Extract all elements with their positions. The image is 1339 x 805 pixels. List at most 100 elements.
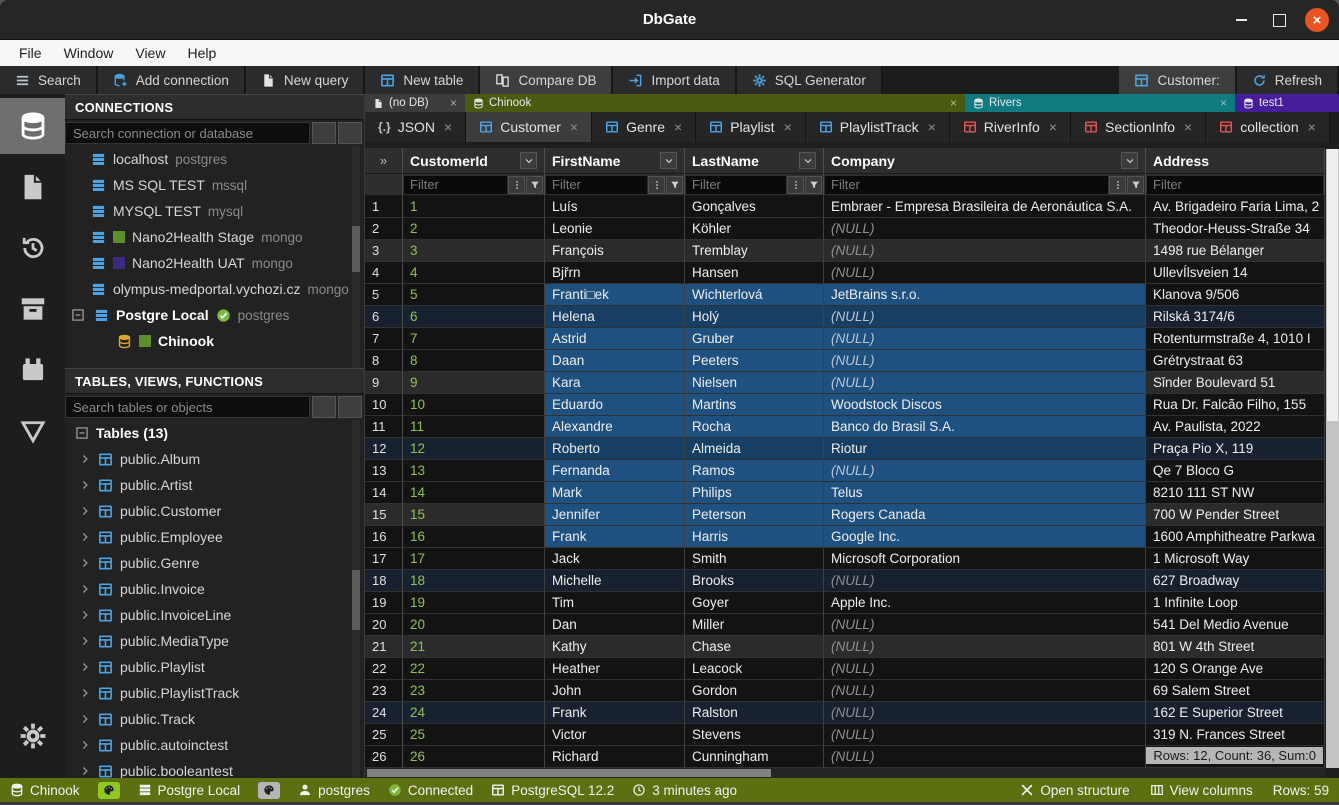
grid-cell[interactable]: 1600 Amphitheatre Parkwa bbox=[1146, 526, 1325, 548]
grid-cell[interactable]: 21 bbox=[403, 636, 545, 658]
grid-cell[interactable]: 13 bbox=[403, 460, 545, 482]
grid-cell[interactable]: 6 bbox=[403, 306, 545, 328]
maximize-button[interactable] bbox=[1267, 8, 1291, 32]
grid-cell[interactable]: Martins bbox=[685, 394, 824, 416]
grid-cell[interactable]: 801 W 4th Street bbox=[1146, 636, 1325, 658]
grid-cell[interactable]: Heather bbox=[545, 658, 685, 680]
grid-cell[interactable]: 8210 111 ST NW bbox=[1146, 482, 1325, 504]
grid-cell[interactable]: John bbox=[545, 680, 685, 702]
row-number[interactable]: 7 bbox=[365, 328, 403, 350]
grid-horizontal-scrollbar[interactable] bbox=[365, 768, 1326, 778]
grid-cell[interactable]: Leacock bbox=[685, 658, 824, 680]
filter-input-address[interactable] bbox=[1147, 176, 1323, 194]
grid-cell[interactable]: Bjřrn bbox=[545, 262, 685, 284]
grid-cell[interactable]: Gordon bbox=[685, 680, 824, 702]
row-number[interactable]: 21 bbox=[365, 636, 403, 658]
grid-cell[interactable]: Hansen bbox=[685, 262, 824, 284]
column-header-company[interactable]: Company bbox=[824, 148, 1146, 174]
tab-playlisttrack[interactable]: PlaylistTrack× bbox=[806, 112, 950, 142]
connection-item[interactable]: Postgre Localpostgres bbox=[65, 302, 364, 328]
grid-cell[interactable]: Eduardo bbox=[545, 394, 685, 416]
grid-cell[interactable]: Leonie bbox=[545, 218, 685, 240]
tab-genre[interactable]: Genre× bbox=[592, 112, 696, 142]
grid-cell[interactable]: Apple Inc. bbox=[824, 592, 1146, 614]
grid-cell[interactable]: 18 bbox=[403, 570, 545, 592]
grid-cell[interactable]: Rotenturmstraße 4, 1010 I bbox=[1146, 328, 1325, 350]
menu-file[interactable]: File bbox=[10, 43, 51, 63]
toolbar-new-table-button[interactable]: New table bbox=[365, 66, 480, 94]
grid-cell[interactable]: 26 bbox=[403, 746, 545, 768]
toolbar-compare-db-button[interactable]: Compare DB bbox=[480, 66, 613, 94]
table-item[interactable]: public.InvoiceLine bbox=[65, 602, 364, 628]
grid-cell[interactable]: Cunningham bbox=[685, 746, 824, 768]
grid-cell[interactable]: Tim bbox=[545, 592, 685, 614]
grid-cell[interactable]: Av. Brigadeiro Faria Lima, 2 bbox=[1146, 196, 1325, 218]
status-view-columns[interactable]: View columns bbox=[1150, 783, 1253, 798]
grid-cell[interactable]: Luís bbox=[545, 196, 685, 218]
grid-cell[interactable]: 4 bbox=[403, 262, 545, 284]
tables-group[interactable]: Tables (13) bbox=[65, 420, 364, 446]
grid-cell[interactable]: Gruber bbox=[685, 328, 824, 350]
grid-cell[interactable]: Rua Dr. Falcão Filho, 155 bbox=[1146, 394, 1325, 416]
grid-cell[interactable]: (NULL) bbox=[824, 328, 1146, 350]
grid-cell[interactable]: 2 bbox=[403, 218, 545, 240]
toolbar-customer--button[interactable]: Customer: bbox=[1119, 66, 1236, 94]
connections-scrollbar[interactable] bbox=[352, 146, 360, 368]
grid-cell[interactable]: 700 W Pender Street bbox=[1146, 504, 1325, 526]
grid-cell[interactable]: Peterson bbox=[685, 504, 824, 526]
grid-cell[interactable]: 24 bbox=[403, 702, 545, 724]
grid-cell[interactable]: Kathy bbox=[545, 636, 685, 658]
grid-cell[interactable]: 162 E Superior Street bbox=[1146, 702, 1325, 724]
grid-cell[interactable]: (NULL) bbox=[824, 636, 1146, 658]
grid-cell[interactable]: Qe 7 Bloco G bbox=[1146, 460, 1325, 482]
toolbar-add-connection-button[interactable]: Add connection bbox=[98, 66, 246, 94]
grid-cell[interactable]: Roberto bbox=[545, 438, 685, 460]
grid-cell[interactable]: 3 bbox=[403, 240, 545, 262]
close-icon[interactable]: × bbox=[570, 119, 578, 135]
grid-cell[interactable]: 15 bbox=[403, 504, 545, 526]
grid-cell[interactable]: 7 bbox=[403, 328, 545, 350]
grid-cell[interactable]: Smith bbox=[685, 548, 824, 570]
grid-cell[interactable]: UllevÍlsveien 14 bbox=[1146, 262, 1325, 284]
grid-cell[interactable]: Theodor-Heuss-Straße 34 bbox=[1146, 218, 1325, 240]
close-icon[interactable]: × bbox=[1220, 96, 1227, 110]
connection-item[interactable]: MYSQL TESTmysql bbox=[65, 198, 364, 224]
grid-cell[interactable]: 23 bbox=[403, 680, 545, 702]
column-header-address[interactable]: Address bbox=[1146, 148, 1325, 174]
table-item[interactable]: public.Invoice bbox=[65, 576, 364, 602]
row-number[interactable]: 6 bbox=[365, 306, 403, 328]
row-number[interactable]: 15 bbox=[365, 504, 403, 526]
grid-cell[interactable]: Jennifer bbox=[545, 504, 685, 526]
toolbar-import-data-button[interactable]: Import data bbox=[613, 66, 736, 94]
table-item[interactable]: public.MediaType bbox=[65, 628, 364, 654]
row-number[interactable]: 11 bbox=[365, 416, 403, 438]
row-number[interactable]: 10 bbox=[365, 394, 403, 416]
theme-palette-button[interactable] bbox=[258, 782, 280, 799]
grid-cell[interactable]: Grétrystraat 63 bbox=[1146, 350, 1325, 372]
grid-cell[interactable]: Victor bbox=[545, 724, 685, 746]
grid-cell[interactable]: Riotur bbox=[824, 438, 1146, 460]
activitybar-history[interactable] bbox=[0, 220, 65, 276]
column-header-id[interactable]: CustomerId bbox=[403, 148, 545, 174]
menu-help[interactable]: Help bbox=[178, 43, 225, 63]
grid-cell[interactable]: (NULL) bbox=[824, 658, 1146, 680]
grid-cell[interactable]: Google Inc. bbox=[824, 526, 1146, 548]
table-item[interactable]: public.Artist bbox=[65, 472, 364, 498]
tables-search-input[interactable] bbox=[65, 396, 310, 418]
grid-cell[interactable]: 11 bbox=[403, 416, 545, 438]
activitybar-triangle[interactable] bbox=[0, 403, 65, 459]
grid-cell[interactable]: (NULL) bbox=[824, 746, 1146, 768]
row-number[interactable]: 14 bbox=[365, 482, 403, 504]
grid-cell[interactable]: Philips bbox=[685, 482, 824, 504]
grid-cell[interactable]: Sǐnder Boulevard 51 bbox=[1146, 372, 1325, 394]
connection-item[interactable]: olympus-medportal.vychozi.czmongo bbox=[65, 276, 364, 302]
grid-cell[interactable]: 5 bbox=[403, 284, 545, 306]
row-number[interactable]: 5 bbox=[365, 284, 403, 306]
grid-cell[interactable]: Klanova 9/506 bbox=[1146, 284, 1325, 306]
grid-cell[interactable]: 10 bbox=[403, 394, 545, 416]
row-number[interactable]: 1 bbox=[365, 196, 403, 218]
tab-customer[interactable]: Customer× bbox=[466, 112, 592, 142]
tab-json[interactable]: {.}JSON× bbox=[365, 112, 466, 142]
add-table-icon-button[interactable] bbox=[312, 396, 336, 418]
connection-item[interactable]: localhostpostgres bbox=[65, 146, 364, 172]
